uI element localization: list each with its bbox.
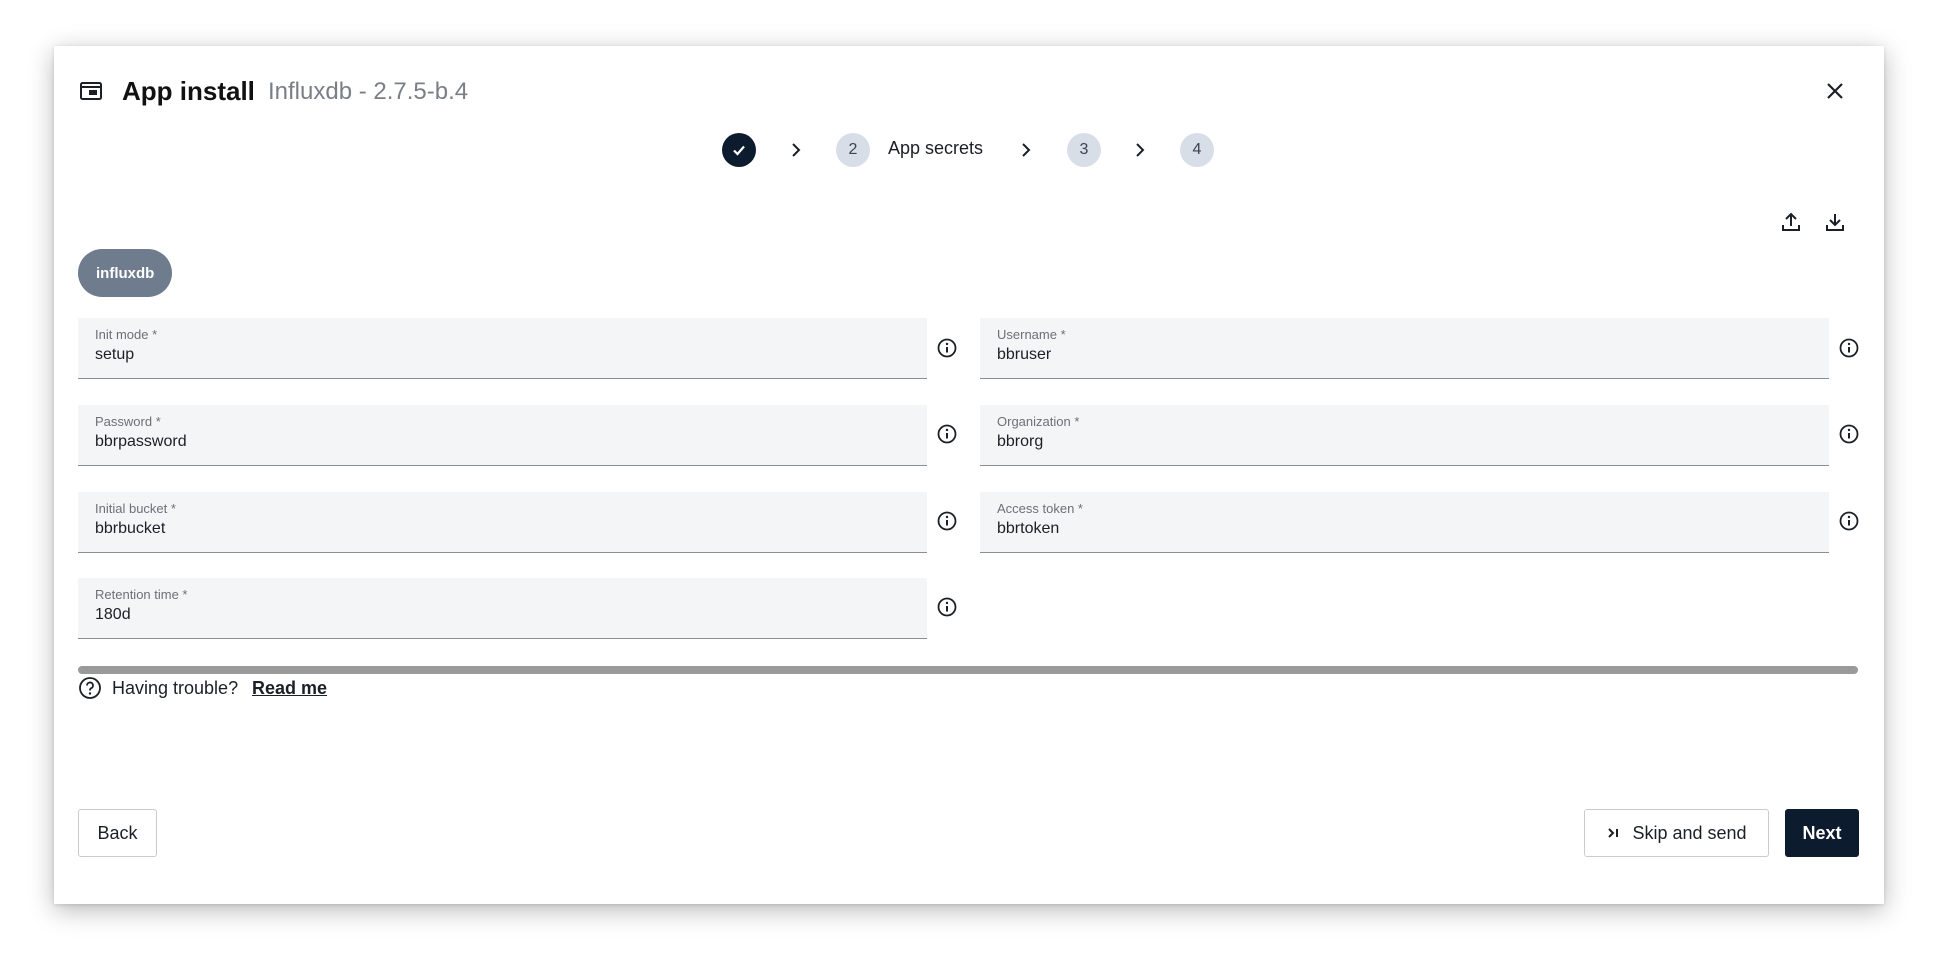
- init-mode-value[interactable]: setup: [95, 346, 134, 364]
- username-field[interactable]: Username * bbruser: [980, 318, 1829, 379]
- skip-and-send-label: Skip and send: [1632, 822, 1747, 843]
- retention-time-label: Retention time *: [95, 587, 188, 602]
- close-icon[interactable]: [1823, 79, 1847, 103]
- chevron-right-icon: [1022, 143, 1031, 157]
- step-2-label: App secrets: [888, 138, 984, 158]
- back-button[interactable]: Back: [78, 809, 157, 857]
- step-1-complete[interactable]: [722, 133, 756, 167]
- organization-value[interactable]: bbrorg: [997, 433, 1043, 451]
- info-icon[interactable]: [1838, 510, 1860, 532]
- skip-to-end-icon: [1608, 828, 1619, 838]
- organization-field[interactable]: Organization * bbrorg: [980, 405, 1829, 466]
- step-4-number[interactable]: 4: [1180, 133, 1214, 167]
- initial-bucket-value[interactable]: bbrbucket: [95, 520, 165, 538]
- step-2-number[interactable]: 2: [836, 133, 870, 167]
- access-token-label: Access token *: [997, 501, 1083, 516]
- horizontal-scrollbar[interactable]: [78, 666, 1858, 674]
- next-button-label: Next: [1802, 822, 1842, 843]
- init-mode-field[interactable]: Init mode * setup: [78, 318, 927, 379]
- download-icon[interactable]: [1823, 210, 1847, 234]
- password-value[interactable]: bbrpassword: [95, 433, 187, 451]
- password-field[interactable]: Password * bbrpassword: [78, 405, 927, 466]
- read-me-link[interactable]: Read me: [252, 678, 327, 699]
- check-icon: [733, 145, 745, 156]
- back-button-label: Back: [97, 822, 138, 843]
- help-circle-icon: [79, 677, 101, 699]
- info-icon[interactable]: [936, 423, 958, 445]
- username-label: Username *: [997, 327, 1066, 342]
- help-text: Having trouble?: [112, 678, 239, 698]
- chevron-right-icon: [1136, 143, 1145, 157]
- organization-label: Organization *: [997, 414, 1080, 429]
- access-token-field[interactable]: Access token * bbrtoken: [980, 492, 1829, 553]
- upload-icon[interactable]: [1779, 210, 1803, 234]
- password-label: Password *: [95, 414, 161, 429]
- step-3-number[interactable]: 3: [1067, 133, 1101, 167]
- next-button[interactable]: Next: [1785, 809, 1859, 857]
- init-mode-label: Init mode *: [95, 327, 158, 342]
- access-token-value[interactable]: bbrtoken: [997, 520, 1059, 538]
- retention-time-value[interactable]: 180d: [95, 606, 131, 624]
- username-value[interactable]: bbruser: [997, 346, 1051, 364]
- retention-time-field[interactable]: Retention time * 180d: [78, 578, 927, 639]
- initial-bucket-label: Initial bucket *: [95, 501, 176, 516]
- skip-and-send-button[interactable]: Skip and send: [1584, 809, 1769, 857]
- info-icon[interactable]: [936, 337, 958, 359]
- initial-bucket-field[interactable]: Initial bucket * bbrbucket: [78, 492, 927, 553]
- app-chip-influxdb[interactable]: influxdb: [78, 249, 173, 297]
- info-icon[interactable]: [1838, 337, 1860, 359]
- app-version-subtitle: Influxdb - 2.7.5-b.4: [268, 78, 469, 105]
- dialog-title: App install: [122, 76, 255, 106]
- app-install-dialog: App install Influxdb - 2.7.5-b.4 2 App s…: [54, 46, 1884, 904]
- window-icon: [80, 82, 102, 100]
- info-icon[interactable]: [936, 510, 958, 532]
- info-icon[interactable]: [936, 596, 958, 618]
- info-icon[interactable]: [1838, 423, 1860, 445]
- chevron-right-icon: [792, 143, 801, 157]
